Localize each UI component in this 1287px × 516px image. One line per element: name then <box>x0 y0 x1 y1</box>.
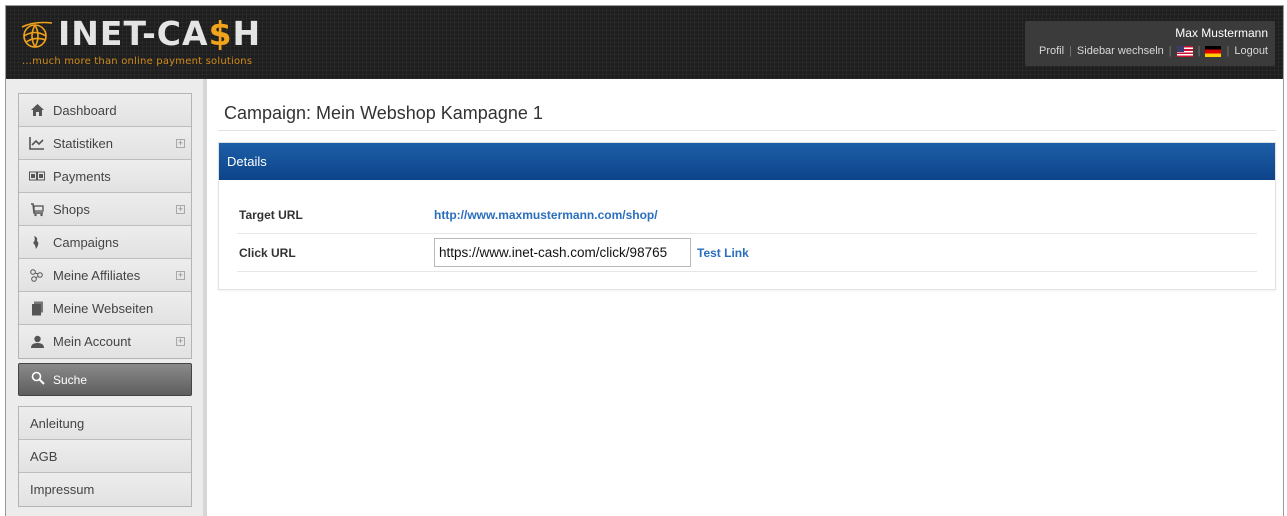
sidebar-item-label: Statistiken <box>53 135 113 151</box>
sidebar-item-payments[interactable]: Payments <box>19 160 191 193</box>
sidebar-item-label: Anleitung <box>30 415 85 431</box>
nav-separator: | <box>1226 45 1230 57</box>
home-icon <box>29 102 45 118</box>
german-flag-icon[interactable] <box>1205 45 1222 57</box>
click-url-field[interactable] <box>434 238 691 267</box>
panel-header: Details <box>219 143 1275 180</box>
user-nav: Profil | Sidebar wechseln | | | Logout <box>1039 45 1268 57</box>
sidebar-item-statistiken[interactable]: Statistiken + <box>19 127 191 160</box>
logo-wordmark: INET-CA$H <box>58 14 262 53</box>
title-divider <box>218 130 1276 131</box>
click-url-row: Click URL Test Link <box>237 234 1257 272</box>
nav-separator: | <box>1168 45 1172 57</box>
search-icon <box>31 371 45 388</box>
sidebar-divider <box>203 79 207 516</box>
logo[interactable]: INET-CA$H <box>20 17 261 51</box>
target-url-link[interactable]: http://www.maxmustermann.com/shop/ <box>434 208 658 222</box>
expand-icon[interactable]: + <box>176 205 185 214</box>
target-url-row: Target URL http://www.maxmustermann.com/… <box>237 196 1257 234</box>
chart-icon <box>29 135 45 151</box>
app-window: INET-CA$H ...much more than online payme… <box>5 5 1284 516</box>
target-url-label: Target URL <box>239 207 303 222</box>
click-url-label: Click URL <box>239 245 296 260</box>
user-box: Max Mustermann Profil | Sidebar wechseln… <box>1025 21 1275 66</box>
logout-link[interactable]: Logout <box>1234 45 1268 57</box>
expand-icon[interactable]: + <box>176 139 185 148</box>
main-content: Campaign: Mein Webshop Kampagne 1 Detail… <box>218 79 1278 516</box>
sidebar-item-anleitung[interactable]: Anleitung <box>19 407 191 440</box>
sidebar-item-label: Meine Affiliates <box>53 267 141 283</box>
sidebar-item-label: AGB <box>30 448 58 464</box>
details-panel: Details Target URL http://www.maxmusterm… <box>218 142 1276 290</box>
money-icon <box>29 168 45 184</box>
sidebar-item-shops[interactable]: Shops + <box>19 193 191 226</box>
nav-separator: | <box>1197 45 1201 57</box>
top-header: INET-CA$H ...much more than online payme… <box>6 6 1283 79</box>
sidebar-item-label: Dashboard <box>53 102 117 118</box>
sidebar-item-label: Shops <box>53 201 90 217</box>
affiliates-icon <box>29 267 45 283</box>
sidebar-item-label: Mein Account <box>53 334 132 349</box>
sidebar-item-dashboard[interactable]: Dashboard <box>19 94 191 127</box>
sidebar-item-label: Meine Webseiten <box>53 300 154 316</box>
expand-icon[interactable]: + <box>176 271 185 280</box>
campaign-icon <box>29 234 45 250</box>
expand-icon[interactable]: + <box>176 337 185 346</box>
test-link[interactable]: Test Link <box>697 246 749 260</box>
sidebar-item-meine-webseiten[interactable]: Meine Webseiten <box>19 292 191 325</box>
user-name: Max Mustermann <box>1175 26 1268 40</box>
profile-link[interactable]: Profil <box>1039 45 1064 57</box>
user-icon <box>29 334 45 350</box>
sidebar-item-label: Payments <box>53 168 111 184</box>
switch-sidebar-link[interactable]: Sidebar wechseln <box>1077 45 1164 57</box>
english-flag-icon[interactable] <box>1176 45 1193 57</box>
sidebar-item-label: Impressum <box>30 482 95 497</box>
nav-separator: | <box>1069 45 1072 57</box>
sidebar-footer-menu: Anleitung AGB Impressum <box>18 406 192 507</box>
sidebar-item-meine-affiliates[interactable]: Meine Affiliates + <box>19 259 191 292</box>
search-button[interactable]: Suche <box>18 363 192 396</box>
globe-logo-icon <box>21 21 53 48</box>
cart-icon <box>29 201 45 217</box>
search-label: Suche <box>53 372 88 387</box>
pages-icon <box>29 300 45 316</box>
sidebar-item-label: Campaigns <box>53 234 119 250</box>
page-title: Campaign: Mein Webshop Kampagne 1 <box>224 103 543 123</box>
sidebar-item-agb[interactable]: AGB <box>19 440 191 473</box>
sidebar-item-impressum[interactable]: Impressum <box>19 473 191 506</box>
sidebar-item-mein-account[interactable]: Mein Account + <box>19 325 191 358</box>
sidebar-menu: Dashboard Statistiken + Payments Shops +… <box>18 93 192 359</box>
logo-tagline: ...much more than online payment solutio… <box>22 56 253 67</box>
sidebar: Dashboard Statistiken + Payments Shops +… <box>6 79 203 516</box>
sidebar-item-campaigns[interactable]: Campaigns <box>19 226 191 259</box>
